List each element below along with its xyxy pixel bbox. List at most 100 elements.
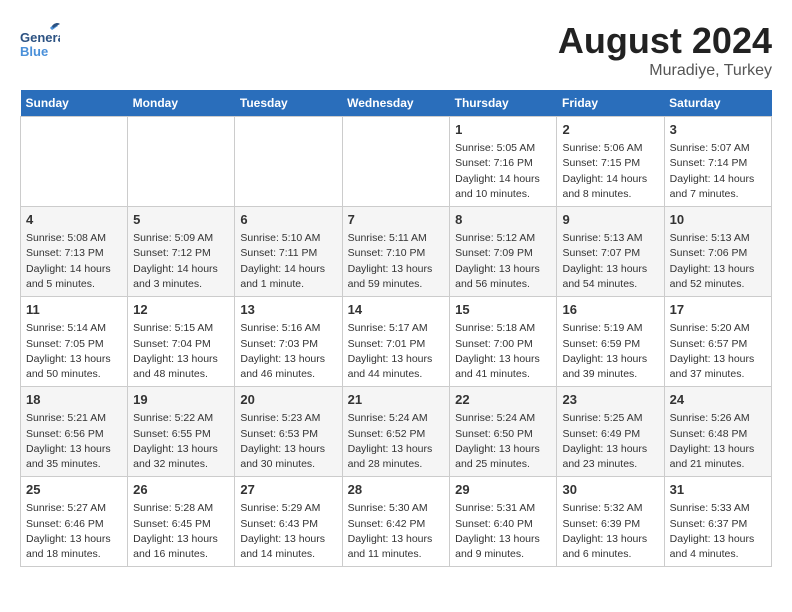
- day-number: 18: [26, 391, 122, 409]
- title-section: August 2024 Muradiye, Turkey: [558, 20, 772, 80]
- cell-content: Sunrise: 5:32 AM Sunset: 6:39 PM Dayligh…: [562, 501, 658, 562]
- calendar-week-2: 4 Sunrise: 5:08 AM Sunset: 7:13 PM Daylig…: [21, 207, 772, 297]
- cell-content: Sunrise: 5:13 AM Sunset: 7:06 PM Dayligh…: [670, 231, 766, 292]
- calendar-week-3: 11 Sunrise: 5:14 AM Sunset: 7:05 PM Dayli…: [21, 297, 772, 387]
- calendar-cell: 16 Sunrise: 5:19 AM Sunset: 6:59 PM Dayli…: [557, 297, 664, 387]
- calendar-cell: 2 Sunrise: 5:06 AM Sunset: 7:15 PM Daylig…: [557, 117, 664, 207]
- cell-content: Sunrise: 5:17 AM Sunset: 7:01 PM Dayligh…: [348, 321, 445, 382]
- calendar-cell: 15Sunrise: 5:18 AM Sunset: 7:00 PM Dayli…: [450, 297, 557, 387]
- calendar-cell: 29Sunrise: 5:31 AM Sunset: 6:40 PM Dayli…: [450, 477, 557, 567]
- calendar-week-5: 25Sunrise: 5:27 AM Sunset: 6:46 PM Dayli…: [21, 477, 772, 567]
- cell-content: Sunrise: 5:24 AM Sunset: 6:50 PM Dayligh…: [455, 411, 551, 472]
- day-number: 8: [455, 211, 551, 229]
- cell-content: Sunrise: 5:12 AM Sunset: 7:09 PM Dayligh…: [455, 231, 551, 292]
- cell-content: Sunrise: 5:08 AM Sunset: 7:13 PM Dayligh…: [26, 231, 122, 292]
- day-number: 20: [240, 391, 336, 409]
- cell-content: Sunrise: 5:19 AM Sunset: 6:59 PM Dayligh…: [562, 321, 658, 382]
- day-header-thursday: Thursday: [450, 90, 557, 117]
- calendar-cell: 28 Sunrise: 5:30 AM Sunset: 6:42 PM Dayli…: [342, 477, 450, 567]
- cell-content: Sunrise: 5:06 AM Sunset: 7:15 PM Dayligh…: [562, 141, 658, 202]
- day-number: 22: [455, 391, 551, 409]
- cell-content: Sunrise: 5:24 AM Sunset: 6:52 PM Dayligh…: [348, 411, 445, 472]
- day-number: 4: [26, 211, 122, 229]
- calendar-cell: 11 Sunrise: 5:14 AM Sunset: 7:05 PM Dayli…: [21, 297, 128, 387]
- day-number: 26: [133, 481, 229, 499]
- day-header-row: SundayMondayTuesdayWednesdayThursdayFrid…: [21, 90, 772, 117]
- day-header-tuesday: Tuesday: [235, 90, 342, 117]
- calendar-cell: 13 Sunrise: 5:16 AM Sunset: 7:03 PM Dayli…: [235, 297, 342, 387]
- calendar-cell: 4 Sunrise: 5:08 AM Sunset: 7:13 PM Daylig…: [21, 207, 128, 297]
- day-number: 14: [348, 301, 445, 319]
- calendar-table: SundayMondayTuesdayWednesdayThursdayFrid…: [20, 90, 772, 567]
- cell-content: Sunrise: 5:28 AM Sunset: 6:45 PM Dayligh…: [133, 501, 229, 562]
- day-number: 23: [562, 391, 658, 409]
- location-subtitle: Muradiye, Turkey: [558, 62, 772, 80]
- calendar-cell: 22 Sunrise: 5:24 AM Sunset: 6:50 PM Dayli…: [450, 387, 557, 477]
- calendar-cell: 18 Sunrise: 5:21 AM Sunset: 6:56 PM Dayli…: [21, 387, 128, 477]
- calendar-cell: 31 Sunrise: 5:33 AM Sunset: 6:37 PM Dayli…: [664, 477, 771, 567]
- cell-content: Sunrise: 5:18 AM Sunset: 7:00 PM Dayligh…: [455, 321, 551, 382]
- day-number: 3: [670, 121, 766, 139]
- cell-content: Sunrise: 5:33 AM Sunset: 6:37 PM Dayligh…: [670, 501, 766, 562]
- calendar-cell: [128, 117, 235, 207]
- calendar-cell: 20Sunrise: 5:23 AM Sunset: 6:53 PM Dayli…: [235, 387, 342, 477]
- calendar-cell: 17Sunrise: 5:20 AM Sunset: 6:57 PM Dayli…: [664, 297, 771, 387]
- calendar-cell: 23 Sunrise: 5:25 AM Sunset: 6:49 PM Dayli…: [557, 387, 664, 477]
- cell-content: Sunrise: 5:26 AM Sunset: 6:48 PM Dayligh…: [670, 411, 766, 472]
- cell-content: Sunrise: 5:09 AM Sunset: 7:12 PM Dayligh…: [133, 231, 229, 292]
- day-number: 17: [670, 301, 766, 319]
- logo: General Blue: [20, 20, 60, 60]
- day-number: 30: [562, 481, 658, 499]
- day-number: 7: [348, 211, 445, 229]
- cell-content: Sunrise: 5:14 AM Sunset: 7:05 PM Dayligh…: [26, 321, 122, 382]
- day-number: 29: [455, 481, 551, 499]
- day-number: 13: [240, 301, 336, 319]
- month-year-title: August 2024: [558, 20, 772, 62]
- day-header-wednesday: Wednesday: [342, 90, 450, 117]
- day-number: 1: [455, 121, 551, 139]
- day-number: 6: [240, 211, 336, 229]
- cell-content: Sunrise: 5:15 AM Sunset: 7:04 PM Dayligh…: [133, 321, 229, 382]
- cell-content: Sunrise: 5:21 AM Sunset: 6:56 PM Dayligh…: [26, 411, 122, 472]
- calendar-cell: 3 Sunrise: 5:07 AM Sunset: 7:14 PM Daylig…: [664, 117, 771, 207]
- day-number: 31: [670, 481, 766, 499]
- day-header-friday: Friday: [557, 90, 664, 117]
- cell-content: Sunrise: 5:25 AM Sunset: 6:49 PM Dayligh…: [562, 411, 658, 472]
- day-header-sunday: Sunday: [21, 90, 128, 117]
- cell-content: Sunrise: 5:16 AM Sunset: 7:03 PM Dayligh…: [240, 321, 336, 382]
- day-number: 10: [670, 211, 766, 229]
- day-number: 24: [670, 391, 766, 409]
- cell-content: Sunrise: 5:30 AM Sunset: 6:42 PM Dayligh…: [348, 501, 445, 562]
- svg-text:Blue: Blue: [20, 44, 48, 59]
- calendar-week-4: 18 Sunrise: 5:21 AM Sunset: 6:56 PM Dayli…: [21, 387, 772, 477]
- cell-content: Sunrise: 5:07 AM Sunset: 7:14 PM Dayligh…: [670, 141, 766, 202]
- calendar-cell: [21, 117, 128, 207]
- day-number: 25: [26, 481, 122, 499]
- calendar-cell: 5 Sunrise: 5:09 AM Sunset: 7:12 PM Daylig…: [128, 207, 235, 297]
- calendar-cell: 26 Sunrise: 5:28 AM Sunset: 6:45 PM Dayli…: [128, 477, 235, 567]
- day-number: 5: [133, 211, 229, 229]
- calendar-cell: 24 Sunrise: 5:26 AM Sunset: 6:48 PM Dayli…: [664, 387, 771, 477]
- calendar-cell: [342, 117, 450, 207]
- calendar-cell: 8 Sunrise: 5:12 AM Sunset: 7:09 PM Daylig…: [450, 207, 557, 297]
- day-number: 9: [562, 211, 658, 229]
- day-number: 12: [133, 301, 229, 319]
- page-header: General Blue August 2024 Muradiye, Turke…: [20, 20, 772, 80]
- day-number: 2: [562, 121, 658, 139]
- day-number: 11: [26, 301, 122, 319]
- calendar-cell: 10 Sunrise: 5:13 AM Sunset: 7:06 PM Dayli…: [664, 207, 771, 297]
- calendar-cell: 9Sunrise: 5:13 AM Sunset: 7:07 PM Daylig…: [557, 207, 664, 297]
- calendar-cell: 1Sunrise: 5:05 AM Sunset: 7:16 PM Daylig…: [450, 117, 557, 207]
- day-number: 21: [348, 391, 445, 409]
- day-header-monday: Monday: [128, 90, 235, 117]
- calendar-cell: 30 Sunrise: 5:32 AM Sunset: 6:39 PM Dayli…: [557, 477, 664, 567]
- logo-icon: General Blue: [20, 20, 60, 60]
- day-number: 16: [562, 301, 658, 319]
- calendar-header: SundayMondayTuesdayWednesdayThursdayFrid…: [21, 90, 772, 117]
- day-number: 19: [133, 391, 229, 409]
- calendar-cell: [235, 117, 342, 207]
- day-number: 28: [348, 481, 445, 499]
- calendar-week-1: 1Sunrise: 5:05 AM Sunset: 7:16 PM Daylig…: [21, 117, 772, 207]
- cell-content: Sunrise: 5:10 AM Sunset: 7:11 PM Dayligh…: [240, 231, 336, 292]
- cell-content: Sunrise: 5:11 AM Sunset: 7:10 PM Dayligh…: [348, 231, 445, 292]
